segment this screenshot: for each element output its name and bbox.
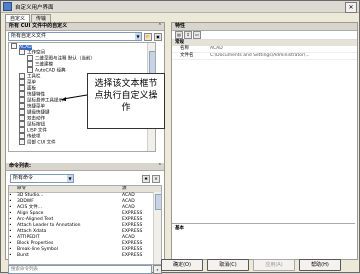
customizations-header-label: 所有 CUI 文件中的自定义 bbox=[9, 23, 68, 29]
customizations-panel: 所有 CUI 文件中的自定义 ⌃ 所有自定义文件 ▼ 📂 ▣ ACAD 工作空间二… bbox=[5, 22, 165, 274]
command-list-header[interactable]: 命令列表: ⌃ bbox=[6, 163, 164, 171]
load-file-icon[interactable]: 📂 bbox=[144, 32, 152, 41]
property-name: 文件名 bbox=[180, 53, 194, 58]
collapse-icon[interactable]: ⌃ bbox=[158, 163, 162, 170]
help-button[interactable]: 帮助(H) bbox=[299, 259, 341, 271]
command-filter-value: 所有命令 bbox=[13, 175, 34, 181]
properties-toolbar: ▤ ↕ ▭ bbox=[172, 31, 357, 40]
property-value[interactable]: C:\Documents and Settings\Administrator\… bbox=[210, 53, 357, 59]
property-row[interactable]: 文件名 C:\Documents and Settings\Administra… bbox=[172, 53, 357, 60]
cui-file-combo[interactable]: 所有自定义文件 ▼ bbox=[8, 32, 142, 41]
property-value[interactable]: ACAD bbox=[210, 46, 357, 52]
property-row[interactable]: 名称 ACAD bbox=[172, 46, 357, 53]
close-button[interactable]: ✕ bbox=[345, 2, 357, 13]
button-bar: 确定(O) 取消(C) 应用(A) 帮助(H) bbox=[1, 259, 359, 271]
title-bar: 自定义用户界面 ✕ bbox=[1, 1, 359, 13]
command-table-header: 命令 源 bbox=[9, 186, 161, 193]
callout-arrow bbox=[61, 94, 88, 101]
properties-header[interactable]: 特性 bbox=[172, 23, 357, 31]
properties-icon[interactable]: ▭ bbox=[193, 31, 201, 39]
column-header-command[interactable]: 命令 bbox=[17, 186, 122, 192]
collapse-icon[interactable]: ⌃ bbox=[158, 23, 162, 30]
tree-node[interactable]: 局部 CUI 文件 bbox=[9, 139, 155, 146]
file-select-row: 所有自定义文件 ▼ 📂 ▣ bbox=[8, 32, 162, 41]
ok-button[interactable]: 确定(O) bbox=[161, 259, 203, 271]
apply-button[interactable]: 应用(A) bbox=[253, 259, 295, 271]
basic-section-label: 基本 bbox=[175, 226, 184, 231]
command-table[interactable]: 命令 源 • 3D Studio... ACAD • 3DDWF ACAD • ACIS 文件… bbox=[8, 185, 162, 265]
command-list-panel: 命令列表: ⌃ 所有命令 ▼ ✱ ✕ 命令 源 • 3D Studio... ACA… bbox=[6, 163, 164, 274]
tree-node-icon bbox=[19, 139, 25, 145]
command-filter-row: 所有命令 ▼ ✱ ✕ bbox=[10, 174, 160, 183]
command-scroll-thumb[interactable] bbox=[155, 194, 161, 210]
alphabetical-icon[interactable]: ↕ bbox=[184, 31, 192, 39]
save-icon[interactable]: ▣ bbox=[154, 32, 162, 41]
chevron-down-icon[interactable]: ▼ bbox=[135, 33, 141, 40]
new-command-icon[interactable]: ✱ bbox=[142, 174, 150, 183]
tree-node-label: 局部 CUI 文件 bbox=[27, 140, 56, 146]
categorized-icon[interactable]: ▤ bbox=[175, 31, 183, 39]
app-icon bbox=[3, 2, 12, 11]
cancel-button[interactable]: 取消(C) bbox=[207, 259, 249, 271]
command-list-scrollbar[interactable] bbox=[153, 192, 161, 264]
properties-panel: 特性 ▤ ↕ ▭ 常规 名称 ACAD 文件名 C:\Documents and… bbox=[171, 22, 358, 260]
tree-node-icon bbox=[11, 43, 17, 49]
command-filter-combo[interactable]: 所有命令 ▼ bbox=[10, 174, 74, 183]
cui-file-combo-value: 所有自定义文件 bbox=[11, 33, 47, 39]
annotation-callout: 选择该文本框节点执行自定义操作 bbox=[87, 73, 165, 129]
command-list-header-label: 命令列表: bbox=[9, 163, 31, 169]
property-name: 名称 bbox=[180, 46, 189, 51]
dialog-window: 自定义用户界面 ✕ 自定义 传输 所有 CUI 文件中的自定义 ⌃ 所有自定义文… bbox=[0, 0, 360, 274]
window-title: 自定义用户界面 bbox=[15, 4, 54, 11]
delete-icon[interactable]: ✕ bbox=[152, 174, 160, 183]
customizations-header[interactable]: 所有 CUI 文件中的自定义 ⌃ bbox=[6, 23, 164, 31]
basic-description-section: 基本 bbox=[172, 223, 355, 258]
chevron-down-icon[interactable]: ▼ bbox=[67, 175, 73, 182]
tree-node-icon bbox=[19, 49, 25, 55]
tab-bar: 自定义 传输 bbox=[5, 14, 52, 24]
